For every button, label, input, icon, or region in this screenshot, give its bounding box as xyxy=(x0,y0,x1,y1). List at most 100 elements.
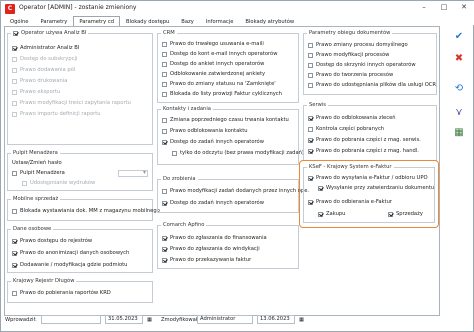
dane-item[interactable]: Dodawanie / modyfikacja gdzie podmiotu xyxy=(12,261,127,269)
grid-icon[interactable]: ▦ xyxy=(452,126,466,140)
cancel-icon[interactable]: ✖ xyxy=(452,52,466,66)
refresh-icon[interactable]: ⟲ xyxy=(452,82,466,96)
crm-item[interactable]: Dostęp do ankiet innych operatorów xyxy=(162,60,264,68)
obieg-group: Parametry obiegu dokumentów Prawo zmiany… xyxy=(303,30,437,95)
serwis-title: Serwis xyxy=(307,102,329,108)
analiz-group: Operator używa Analiz BI Administrator A… xyxy=(7,30,153,145)
apfino-group: Comarch Apfino Prawo do zgłaszania do fi… xyxy=(157,222,299,269)
tab-ogolne[interactable]: Ogólne xyxy=(4,16,34,26)
analiz-item[interactable]: Prawo importu definicji raportu xyxy=(12,110,101,118)
apfino-item[interactable]: Prawo do przekazywania faktur xyxy=(162,256,251,264)
zrobienia-group: Do zrobienia Prawo modyfikacji zadań dod… xyxy=(157,176,309,213)
tab-parametry-cd[interactable]: Parametry cd xyxy=(73,16,121,26)
obieg-item[interactable]: Prawo do udostępniania plików dla usługi… xyxy=(308,81,436,89)
close-icon[interactable]: ✕ xyxy=(455,1,473,13)
mobile-title: Mobilne sprzedaż xyxy=(11,196,61,202)
pulpit-password-label[interactable]: Ustaw/Zmień hasło xyxy=(12,159,62,167)
wprowadzil-label: Wprowadził: xyxy=(5,317,37,323)
dane-group: Dane osobowe Prawo dostępu do rejestrów … xyxy=(7,226,153,273)
apfino-title: Comarch Apfino xyxy=(161,222,207,228)
dane-item[interactable]: Prawo dostępu do rejestrów xyxy=(12,237,92,245)
serwis-item[interactable]: Prawo do pobrania części z mag. serwis. xyxy=(308,136,421,144)
analiz-item[interactable]: Prawo eksportu xyxy=(12,88,60,96)
serwis-item[interactable]: Prawo do odblokowania zleceń xyxy=(308,114,396,122)
crm-title: CRM xyxy=(161,30,177,36)
pulpit-title: Pulpit Menadżera xyxy=(11,150,60,156)
ksef-item[interactable]: Wysyłanie przy zatwierdzaniu dokumentu xyxy=(318,184,434,192)
obieg-item[interactable]: Prawo do tworzenia procesów xyxy=(308,71,393,79)
logo-v-icon[interactable]: ⋎ xyxy=(452,106,466,120)
ksef-item[interactable]: Prawo do odbierania e-Faktur xyxy=(308,198,392,206)
zmodyfikowal-label: Zmodyfikował: xyxy=(161,317,200,323)
serwis-item[interactable]: Kontrola części pobranych xyxy=(308,125,384,133)
analiz-item[interactable]: Administrator Analiz BI xyxy=(12,44,79,52)
ksef-title: KSeF - Krajowy System e-Faktur xyxy=(307,164,394,170)
obieg-item[interactable]: Prawo modyfikacji procesów xyxy=(308,51,389,59)
pulpit-item[interactable]: Udostępnianie wydruków xyxy=(22,179,95,187)
crm-item[interactable]: Blokada do listy prowizji Faktur cyklicz… xyxy=(162,90,282,98)
ksef-zakupu[interactable]: Zakupu xyxy=(318,210,345,218)
crm-item[interactable]: Dostęp do kont e-mail innych operatorów xyxy=(162,50,277,58)
wprowadzil-field[interactable] xyxy=(41,315,101,324)
tab-blokady-dostepu[interactable]: Blokady dostępu xyxy=(120,16,175,26)
tab-informacje[interactable]: Informacje xyxy=(200,16,240,26)
analiz-item[interactable]: Prawo dodawania pól xyxy=(12,66,75,74)
save-icon[interactable]: ✔ xyxy=(452,30,466,44)
pulpit-combo[interactable] xyxy=(118,169,148,177)
wprowadzil-date[interactable]: 31.05.2023 xyxy=(105,315,143,324)
zmodyfikowal-field[interactable]: Administrator xyxy=(197,315,253,324)
kontakty-title: Kontakty i zadania xyxy=(161,106,213,112)
kontakty-group: Kontakty i zadania Zmiana poprzedniego c… xyxy=(157,106,304,165)
zrobienia-item[interactable]: Dostęp do zadań innych operatorów xyxy=(162,199,264,207)
tab-blokady-atrybutow[interactable]: Blokady atrybutów xyxy=(239,16,300,26)
dane-item[interactable]: Prawo do anonimizacji danych osobowych xyxy=(12,249,129,257)
tab-content: Operator używa Analiz BI Administrator A… xyxy=(4,26,440,316)
analiz-item[interactable]: Prawo modyfikacji treści zapytania rapor… xyxy=(12,99,131,107)
mobile-item[interactable]: Blokada wystawiania dok. MM z magazynu m… xyxy=(12,207,160,215)
maximize-icon[interactable]: □ xyxy=(435,1,453,13)
krd-group: Krajowy Rejestr Długów Prawo do pobieran… xyxy=(7,278,153,303)
serwis-group: Serwis Prawo do odblokowania zleceń Kont… xyxy=(303,102,437,161)
zmodyfikowal-date[interactable]: 13.06.2023 xyxy=(257,315,295,324)
tab-bazy[interactable]: Bazy xyxy=(175,16,200,26)
dane-title: Dane osobowe xyxy=(11,226,54,232)
krd-item[interactable]: Prawo do pobierania raportów KRD xyxy=(12,289,111,297)
analiz-item[interactable]: Dostęp do subskrypcji xyxy=(12,55,77,63)
action-rail: ✔ ✖ ⟲ ⋎ ▦ xyxy=(446,26,472,316)
zrobienia-title: Do zrobienia xyxy=(161,176,198,182)
serwis-item[interactable]: Prawo do pobrania części z mag. handl. xyxy=(308,147,419,155)
kontakty-item[interactable]: Dostęp do zadań innych operatorów xyxy=(162,138,264,146)
kontakty-item[interactable]: tylko do odczytu (bez prawa modyfikacji … xyxy=(172,149,304,157)
apfino-item[interactable]: Prawo do zgłaszania do windykacji xyxy=(162,245,260,253)
krd-title: Krajowy Rejestr Długów xyxy=(11,278,77,284)
crm-item[interactable]: Odblokowanie zatwierdzonej ankiety xyxy=(162,70,265,78)
operator-window: C Operator [ADMIN] - zostanie zmieniony … xyxy=(0,0,474,332)
ksef-item[interactable]: Prawo do wysyłania e-Faktur / odbioru UP… xyxy=(308,174,428,182)
crm-item[interactable]: Prawo do zmiany statusu na 'Zamknięte' xyxy=(162,80,276,88)
obieg-item[interactable]: Dostęp do skrzynki innych operatorów xyxy=(308,61,416,69)
apfino-item[interactable]: Prawo do zgłaszania do finansowania xyxy=(162,234,267,242)
minimize-icon[interactable]: – xyxy=(415,1,433,13)
zrobienia-item[interactable]: Prawo modyfikacji zadań dodanych przez i… xyxy=(162,187,309,195)
analiz-item[interactable]: Prawo drukowania xyxy=(12,77,67,85)
pulpit-item[interactable]: Pulpit Menadżera xyxy=(12,169,65,177)
obieg-title: Parametry obiegu dokumentów xyxy=(307,30,393,36)
ksef-group: KSeF - Krajowy System e-Faktur Prawo do … xyxy=(303,164,435,223)
window-title: Operator [ADMIN] - zostanie zmieniony xyxy=(19,4,137,11)
calendar-icon[interactable]: ▦ xyxy=(147,317,152,323)
analiz-checkbox[interactable] xyxy=(13,30,18,36)
crm-item[interactable]: Prawo do trwałego usuwania e-maili xyxy=(162,40,264,48)
kontakty-item[interactable]: Zmiana poprzedniego czasu trwania kontak… xyxy=(162,116,289,124)
mobile-group: Mobilne sprzedaż Blokada wystawiania dok… xyxy=(7,196,160,221)
ksef-sprzedazy[interactable]: Sprzedaży xyxy=(388,210,423,218)
pulpit-group: Pulpit Menadżera Ustaw/Zmień hasło Pulpi… xyxy=(7,150,153,191)
analiz-title: Operator używa Analiz BI xyxy=(21,30,87,36)
comarch-icon: C xyxy=(5,4,15,14)
calendar-icon[interactable]: ▦ xyxy=(299,317,304,323)
crm-group: CRM Prawo do trwałego usuwania e-maili D… xyxy=(157,30,299,103)
tab-parametry[interactable]: Parametry xyxy=(34,16,73,26)
tab-bar: Ogólne Parametry Parametry cd Blokady do… xyxy=(4,16,300,26)
obieg-item[interactable]: Prawo zmiany procesu domyślnego xyxy=(308,41,408,49)
status-bar: Wprowadził: 31.05.2023 ▦ Zmodyfikował: A… xyxy=(1,313,474,332)
kontakty-item[interactable]: Prawo odblokowania kontaktu xyxy=(162,127,248,135)
